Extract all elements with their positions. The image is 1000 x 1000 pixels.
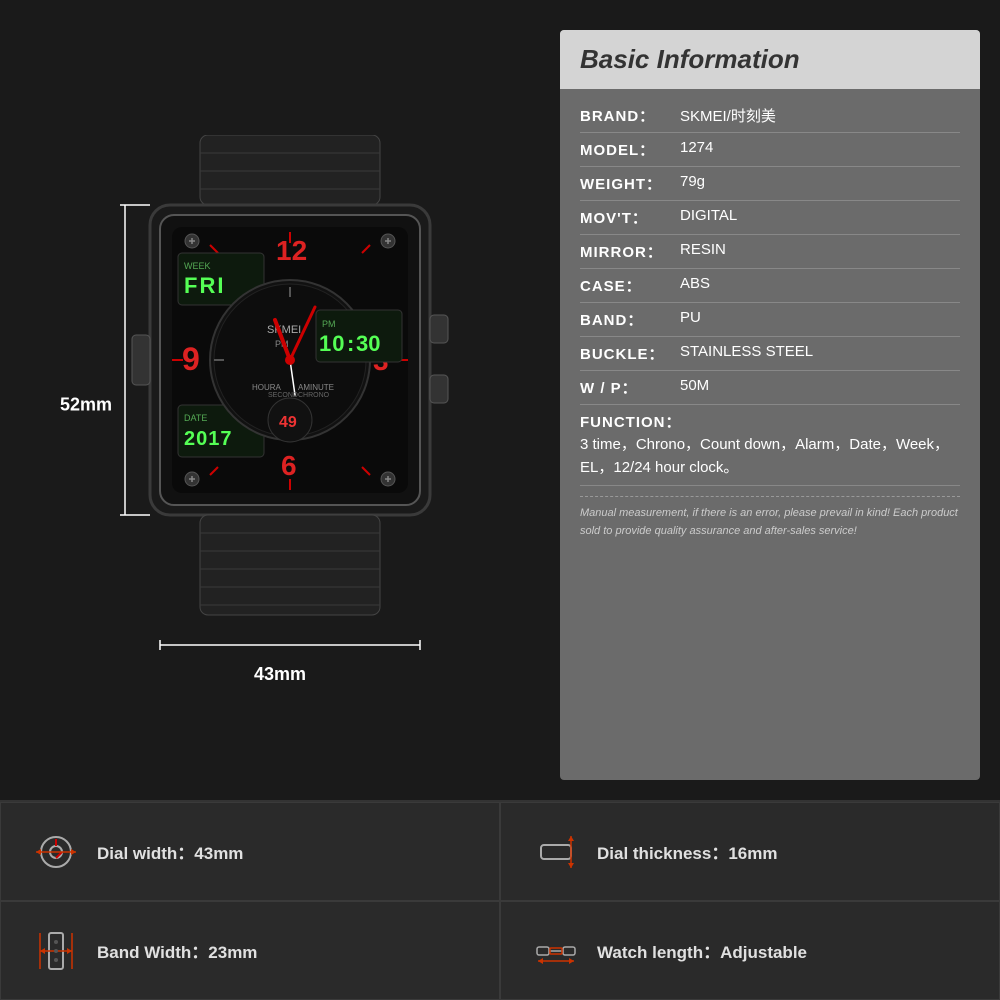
wp-value: 50M	[680, 377, 960, 394]
buckle-value: STAINLESS STEEL	[680, 343, 960, 360]
function-label: FUNCTION：	[580, 414, 682, 431]
movt-value: DIGITAL	[680, 207, 960, 224]
case-value: ABS	[680, 275, 960, 292]
wp-label: W / P：	[580, 377, 680, 398]
svg-text:6: 6	[281, 450, 297, 481]
svg-text:30: 30	[356, 331, 380, 356]
info-header: Basic Information	[560, 30, 980, 89]
mirror-value: RESIN	[680, 241, 960, 258]
info-body: BRAND： SKMEI/时刻美 MODEL： 1274 WEIGHT： 79g…	[560, 89, 980, 780]
band-row: BAND： PU	[580, 303, 960, 337]
brand-label: BRAND：	[580, 105, 680, 126]
watch-length-value: Adjustable	[720, 943, 807, 962]
svg-text:10: 10	[319, 331, 345, 356]
dial-thickness-icon	[531, 829, 581, 875]
weight-row: WEIGHT： 79g	[580, 167, 960, 201]
watch-image: 12 9 6 3	[100, 135, 480, 675]
specs-grid: Dial width：43mm Dial thickness：16mm	[0, 800, 1000, 1000]
movt-label: MOV'T：	[580, 207, 680, 228]
dial-width-value: 43mm	[194, 844, 243, 863]
function-row: FUNCTION： 3 time，Chrono，Count down，Alarm…	[580, 405, 960, 486]
dial-thickness-cell: Dial thickness：16mm	[500, 802, 1000, 901]
dial-width-label: Dial width：	[97, 844, 194, 863]
svg-text:AMINUTE: AMINUTE	[298, 383, 334, 392]
band-label: BAND：	[580, 309, 680, 330]
dial-thickness-value: 16mm	[728, 844, 777, 863]
svg-text:SECOND: SECOND	[268, 392, 298, 399]
model-label: MODEL：	[580, 139, 680, 160]
buckle-label: BUCKLE：	[580, 343, 680, 364]
svg-text:49: 49	[279, 414, 297, 431]
band-width-value: 23mm	[208, 943, 257, 962]
weight-value: 79g	[680, 173, 960, 190]
svg-text:SKMEI: SKMEI	[267, 324, 301, 336]
watch-length-text: Watch length：Adjustable	[597, 938, 807, 963]
svg-text:DATE: DATE	[184, 413, 207, 423]
band-width-text: Band Width：23mm	[97, 938, 257, 963]
dial-width-text: Dial width：43mm	[97, 839, 243, 864]
svg-text:12: 12	[276, 235, 307, 266]
svg-text:2017: 2017	[184, 428, 233, 450]
svg-text:CHRONO: CHRONO	[298, 392, 330, 399]
watch-length-icon	[531, 928, 581, 974]
band-width-label: Band Width：	[97, 943, 208, 962]
brand-row: BRAND： SKMEI/时刻美	[580, 99, 960, 133]
dial-width-icon	[31, 829, 81, 875]
band-value: PU	[680, 309, 960, 326]
weight-label: WEIGHT：	[580, 173, 680, 194]
watch-length-cell: Watch length：Adjustable	[500, 901, 1000, 1000]
dial-thickness-label: Dial thickness：	[597, 844, 728, 863]
main-container: 52mm	[0, 0, 1000, 1000]
watch-length-label: Watch length：	[597, 943, 720, 962]
case-row: CASE： ABS	[580, 269, 960, 303]
dial-width-cell: Dial width：43mm	[0, 802, 500, 901]
width-dimension: 43mm	[254, 664, 306, 685]
info-title: Basic Information	[580, 44, 960, 75]
info-note: Manual measurement, if there is an error…	[580, 496, 960, 540]
watch-panel: 52mm	[20, 30, 540, 780]
svg-text:9: 9	[182, 341, 200, 377]
band-width-cell: Band Width：23mm	[0, 901, 500, 1000]
dial-thickness-text: Dial thickness：16mm	[597, 839, 777, 864]
info-panel: Basic Information BRAND： SKMEI/时刻美 MODEL…	[560, 30, 980, 780]
svg-text:WEEK: WEEK	[184, 261, 211, 271]
movt-row: MOV'T： DIGITAL	[580, 201, 960, 235]
function-value: 3 time，Chrono，Count down，Alarm，Date，Week…	[580, 434, 960, 479]
mirror-row: MIRROR： RESIN	[580, 235, 960, 269]
svg-text::: :	[347, 331, 354, 356]
model-value: 1274	[680, 139, 960, 156]
mirror-label: MIRROR：	[580, 241, 680, 262]
buckle-row: BUCKLE： STAINLESS STEEL	[580, 337, 960, 371]
wp-row: W / P： 50M	[580, 371, 960, 405]
case-label: CASE：	[580, 275, 680, 296]
svg-text:HOURA: HOURA	[252, 383, 282, 392]
band-width-icon	[31, 928, 81, 974]
svg-text:FRI: FRI	[184, 273, 225, 298]
brand-value: SKMEI/时刻美	[680, 105, 960, 126]
model-row: MODEL： 1274	[580, 133, 960, 167]
svg-text:PM: PM	[322, 319, 336, 329]
top-section: 52mm	[0, 0, 1000, 800]
watch-area: 52mm	[70, 115, 490, 695]
